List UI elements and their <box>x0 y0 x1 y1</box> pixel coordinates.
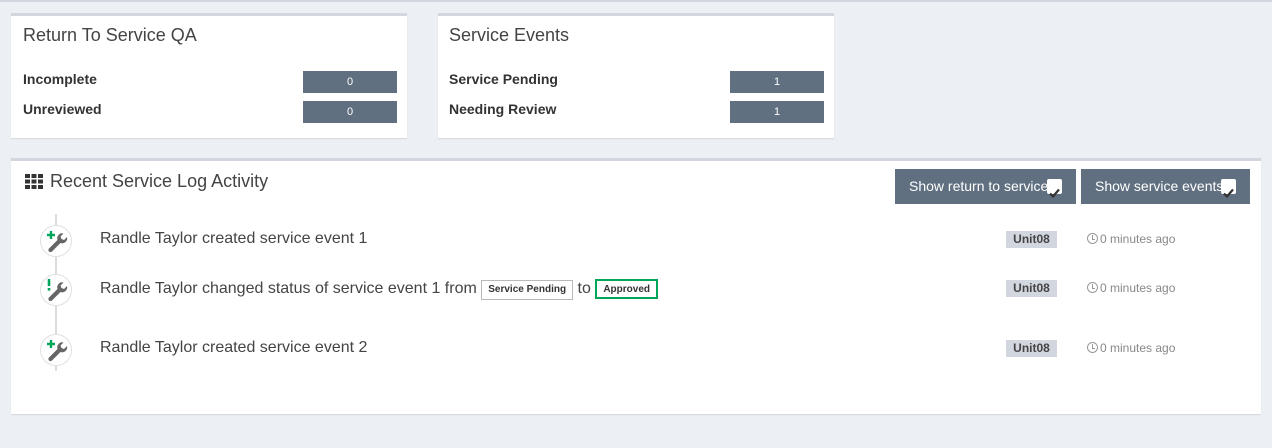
service-pending-label: Service Pending <box>449 71 558 87</box>
time-ago: 0 minutes ago <box>1087 281 1175 295</box>
service-events-box: Service Events Service Pending 1 Needing… <box>438 13 834 138</box>
clock-icon <box>1087 282 1098 293</box>
wrench-exclamation-icon <box>40 274 72 306</box>
incomplete-label: Incomplete <box>23 71 97 87</box>
wrench-plus-icon <box>40 225 72 257</box>
activity-item-text: Randle Taylor created service event 1 <box>100 230 368 247</box>
activity-box: Recent Service Log Activity Show return … <box>11 158 1261 414</box>
activity-item-text: Randle Taylor created service event 2 <box>100 339 368 356</box>
grid-icon <box>25 174 43 189</box>
unit-badge[interactable]: Unit08 <box>1006 280 1057 297</box>
incomplete-count[interactable]: 0 <box>303 71 397 93</box>
unreviewed-label: Unreviewed <box>23 101 102 117</box>
service-pending-count[interactable]: 1 <box>730 71 824 93</box>
unreviewed-count[interactable]: 0 <box>303 101 397 123</box>
wrench-plus-icon <box>40 334 72 366</box>
unit-badge[interactable]: Unit08 <box>1006 231 1057 248</box>
show-service-events-label: Show service events <box>1095 178 1224 194</box>
time-ago: 0 minutes ago <box>1087 341 1175 355</box>
activity-item-text: Randle Taylor changed status of service … <box>100 279 658 300</box>
needing-review-label: Needing Review <box>449 101 557 117</box>
clock-icon <box>1087 342 1098 353</box>
show-return-to-service-toggle[interactable]: Show return to service <box>895 169 1076 204</box>
time-ago: 0 minutes ago <box>1087 232 1175 246</box>
checkbox-checked-icon[interactable] <box>1221 179 1236 199</box>
clock-icon <box>1087 233 1098 244</box>
show-return-to-service-label: Show return to service <box>909 178 1049 194</box>
show-service-events-toggle[interactable]: Show service events <box>1081 169 1250 204</box>
status-badge-to: Approved <box>595 279 658 299</box>
rts-qa-title: Return To Service QA <box>23 25 197 45</box>
activity-title: Recent Service Log Activity <box>50 171 269 191</box>
service-events-title: Service Events <box>449 25 570 45</box>
checkbox-checked-icon[interactable] <box>1047 179 1062 199</box>
unit-badge[interactable]: Unit08 <box>1006 340 1057 357</box>
rts-qa-box: Return To Service QA Incomplete 0 Unrevi… <box>11 13 407 138</box>
header-divider <box>0 0 1272 2</box>
needing-review-count[interactable]: 1 <box>730 101 824 123</box>
status-badge-from: Service Pending <box>481 280 574 300</box>
